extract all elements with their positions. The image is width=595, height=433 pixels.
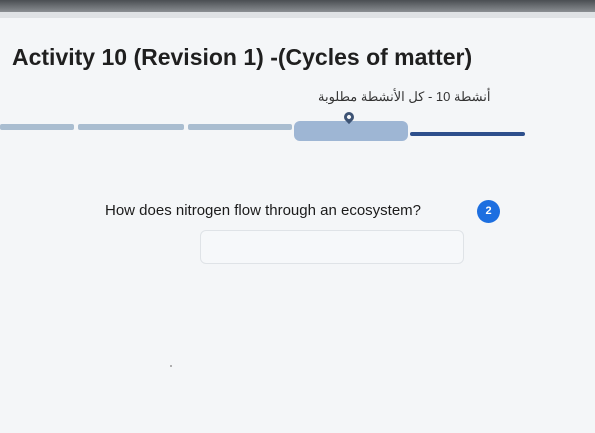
screen: Activity 10 (Revision 1) -(Cycles of mat… [0, 0, 595, 433]
progress-segment-3[interactable] [188, 124, 292, 130]
stray-dot [170, 365, 172, 367]
answer-input[interactable] [200, 230, 464, 264]
window-top-edge [0, 12, 595, 18]
progress-bar [0, 109, 525, 148]
page-title: Activity 10 (Revision 1) -(Cycles of mat… [12, 44, 473, 70]
progress-segment-current[interactable] [294, 121, 408, 141]
activity-subtitle: أنشطة 10 - كل الأنشطة مطلوبة [318, 89, 491, 104]
progress-segment-1[interactable] [0, 124, 74, 130]
progress-segment-2[interactable] [78, 124, 184, 130]
progress-segment-5[interactable] [410, 132, 525, 136]
question-number-badge: 2 [477, 200, 500, 223]
window-top-bar [0, 0, 595, 12]
question-text: How does nitrogen flow through an ecosys… [105, 202, 422, 219]
